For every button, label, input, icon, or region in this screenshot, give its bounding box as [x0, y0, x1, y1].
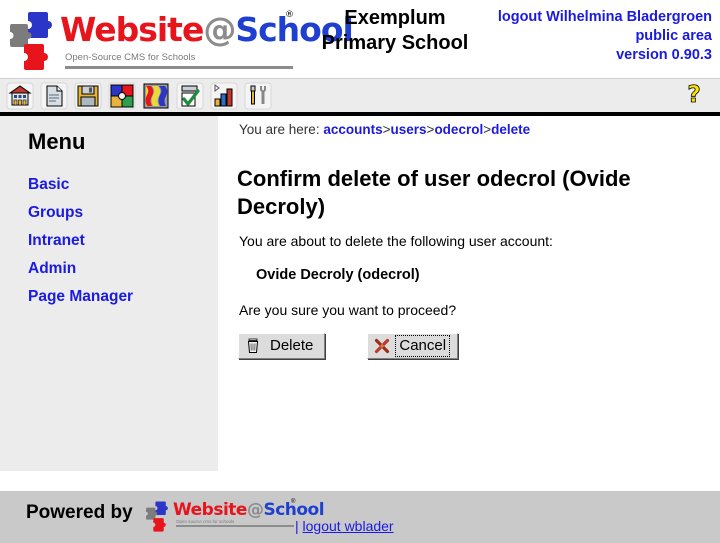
page-title: Confirm delete of user odecrol (Ovide De…: [237, 165, 631, 219]
breadcrumb-prefix: You are here:: [239, 122, 320, 137]
footer-logo-tagline: Open source cms for schools: [176, 519, 235, 524]
footer-logo-wordmark: Website@School: [173, 500, 325, 520]
header-status-block: logout Wilhelmina Bladergroen public are…: [498, 8, 712, 65]
footer-logout-block: | logout wblader: [295, 518, 394, 534]
tools-wrench-icon[interactable]: [244, 82, 272, 110]
confirm-question-text: Are you sure you want to proceed?: [239, 302, 457, 318]
sidebar-item-basic[interactable]: Basic: [28, 176, 133, 194]
footer-site-logo: Website@School ® Open source cms for sch…: [145, 498, 325, 532]
red-cross-icon: [374, 338, 390, 354]
delete-button[interactable]: Delete: [238, 333, 326, 359]
trash-can-icon: [245, 338, 261, 354]
themes-palette-icon[interactable]: [142, 82, 170, 110]
toolbar-icon-group: [6, 82, 272, 110]
footer-separator: |: [295, 518, 299, 534]
school-name-line2: Primary School: [321, 32, 469, 54]
sidebar-item-admin-label[interactable]: Admin: [28, 260, 76, 277]
sidebar-menu: Basic Groups Intranet Admin Page Manager: [28, 176, 133, 316]
sidebar-item-groups-label[interactable]: Groups: [28, 204, 83, 221]
site-logo: Website@School ® Open-Source CMS for Sch…: [8, 6, 354, 72]
intro-text: You are about to delete the following us…: [239, 233, 553, 249]
sidebar-item-intranet-label[interactable]: Intranet: [28, 232, 85, 249]
sidebar-item-page-manager[interactable]: Page Manager: [28, 288, 133, 306]
footer-logo-word-website: Website: [173, 500, 247, 520]
sidebar: Menu Basic Groups Intranet Admin Page Ma…: [0, 116, 218, 471]
sidebar-title: Menu: [28, 129, 86, 154]
logo-at-symbol: @: [203, 10, 236, 49]
page-document-icon[interactable]: [40, 82, 68, 110]
breadcrumb-item-users[interactable]: users: [391, 122, 427, 137]
breadcrumb: You are here: accounts>users>odecrol>del…: [239, 122, 530, 137]
school-name: Exemplum Primary School: [310, 6, 480, 56]
confirm-button-row: Delete Cancel: [238, 333, 459, 359]
breadcrumb-item-accounts[interactable]: accounts: [323, 122, 382, 137]
cancel-button-label: Cancel: [395, 335, 451, 357]
sidebar-item-admin[interactable]: Admin: [28, 260, 133, 278]
footer-logo-at-symbol: @: [246, 500, 264, 520]
page-body: Menu Basic Groups Intranet Admin Page Ma…: [0, 116, 720, 471]
logo-word-website: Website: [60, 10, 204, 49]
footer-logout-link[interactable]: logout wblader: [303, 518, 394, 534]
checklist-approve-icon[interactable]: [176, 82, 204, 110]
sidebar-item-basic-label[interactable]: Basic: [28, 176, 69, 193]
svg-text:?: ?: [687, 82, 700, 108]
logo-tagline: Open-Source CMS for Schools: [65, 52, 196, 63]
sidebar-item-intranet[interactable]: Intranet: [28, 232, 133, 250]
target-account-name: Ovide Decroly (odecrol): [256, 267, 420, 283]
sidebar-item-page-manager-label[interactable]: Page Manager: [28, 288, 133, 305]
breadcrumb-item-delete[interactable]: delete: [491, 122, 530, 137]
logout-user-link[interactable]: logout Wilhelmina Bladergroen: [498, 8, 712, 27]
powered-by-label: Powered by: [26, 502, 133, 523]
delete-button-label: Delete: [270, 337, 314, 354]
modules-puzzle-icon[interactable]: [108, 82, 136, 110]
school-name-line1: Exemplum: [344, 7, 446, 29]
cancel-button[interactable]: Cancel: [367, 333, 459, 359]
footer-registered-trademark-mark: ®: [291, 499, 296, 505]
help-question-icon[interactable]: ?: [680, 82, 708, 110]
footer-puzzle-pieces-icon: [146, 501, 168, 532]
statistics-chart-icon[interactable]: [210, 82, 238, 110]
floppy-save-icon[interactable]: [74, 82, 102, 110]
content-area: You are here: accounts>users>odecrol>del…: [218, 116, 720, 471]
breadcrumb-item-odecrol[interactable]: odecrol: [434, 122, 483, 137]
toolbar-help-group: ?: [680, 82, 708, 110]
page-footer: Powered by Website@School ® Open source …: [0, 489, 720, 543]
page-header: Website@School ® Open-Source CMS for Sch…: [0, 0, 720, 78]
version-label: version 0.90.3: [616, 47, 712, 63]
main-toolbar: ?: [0, 78, 720, 116]
puzzle-pieces-icon: [10, 12, 52, 70]
breadcrumb-separator-3: >: [483, 122, 492, 137]
footer-logo-underline-rule: [176, 525, 294, 527]
registered-trademark-mark: ®: [285, 10, 294, 20]
school-home-icon[interactable]: [6, 82, 34, 110]
breadcrumb-separator-1: >: [382, 122, 391, 137]
logo-underline-rule: [65, 66, 293, 69]
area-label: public area: [635, 28, 712, 44]
logo-wordmark: Website@School: [60, 10, 354, 49]
sidebar-item-groups[interactable]: Groups: [28, 204, 133, 222]
